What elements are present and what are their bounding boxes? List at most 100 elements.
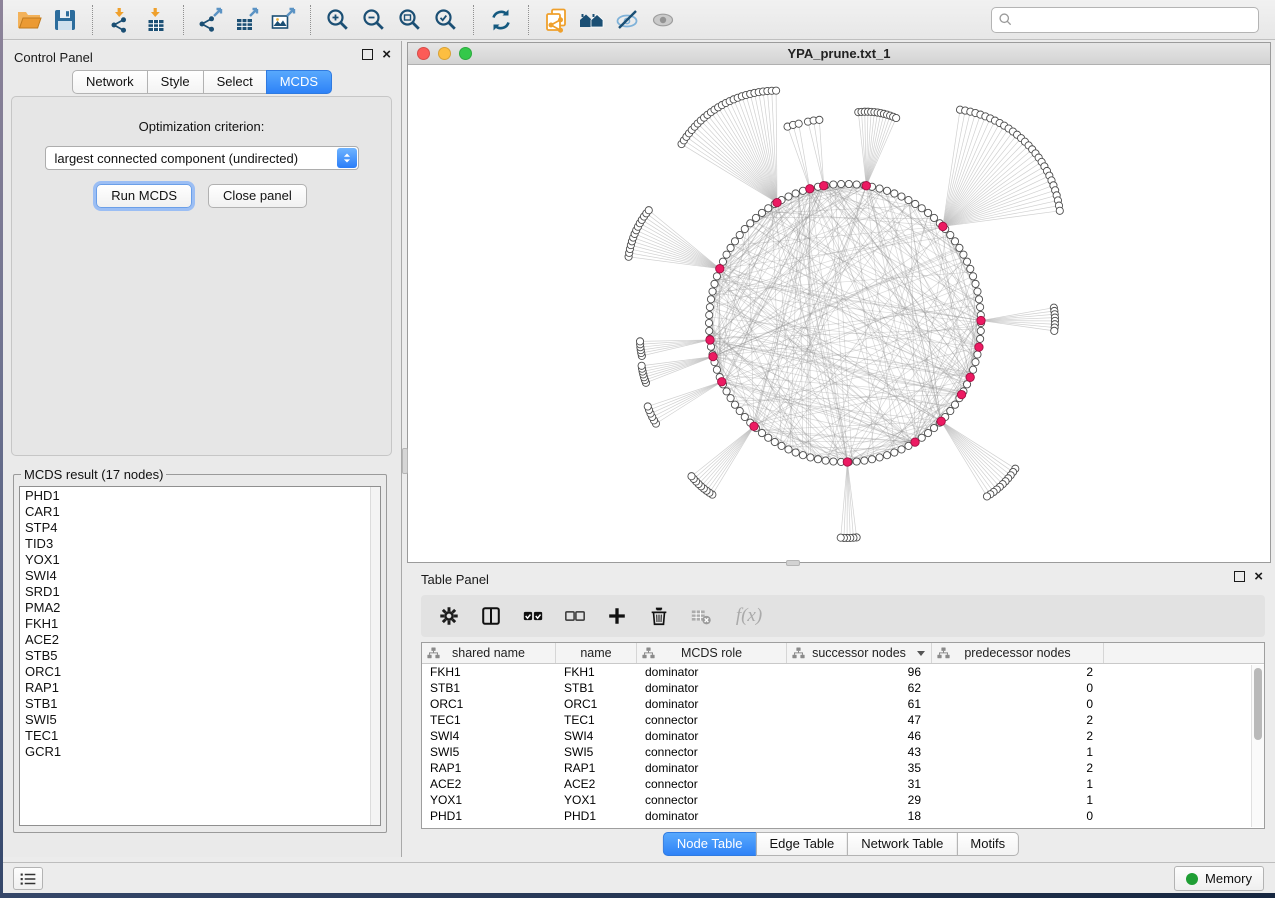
table-row[interactable]: RAP1RAP1dominator352 [422,760,1264,776]
column-header-MCDS-role[interactable]: MCDS role [637,643,787,663]
zoom-in-button[interactable] [320,3,356,37]
network-canvas[interactable] [408,65,1270,562]
tab-select[interactable]: Select [203,70,267,94]
close-panel-icon[interactable]: × [382,49,391,60]
network-window-titlebar[interactable]: YPA_prune.txt_1 [408,43,1270,65]
zoom-selected-icon [433,7,459,33]
table-row[interactable]: YOX1YOX1connector291 [422,792,1264,808]
table-cell: 2 [932,664,1104,680]
close-panel-button[interactable]: Close panel [208,184,307,208]
mcds-result-item[interactable]: SWI5 [20,713,380,729]
column-header-shared-name[interactable]: shared name [422,643,556,663]
table-cell: RAP1 [556,760,637,776]
zoom-selected-button[interactable] [428,3,464,37]
search-box[interactable] [991,7,1259,33]
column-header-predecessor-nodes[interactable]: predecessor nodes [932,643,1104,663]
mcds-result-item[interactable]: PMA2 [20,601,380,617]
refresh-button[interactable] [483,3,519,37]
zoom-window-icon[interactable] [459,47,472,60]
mcds-result-item[interactable]: GCR1 [20,745,380,761]
minimize-window-icon[interactable] [438,47,451,60]
mcds-result-item[interactable]: STP4 [20,521,380,537]
tab-style[interactable]: Style [147,70,204,94]
deselect-all-button[interactable] [561,601,589,631]
export-image-button[interactable] [265,3,301,37]
task-history-button[interactable] [13,867,43,890]
mcds-result-item[interactable]: SWI4 [20,569,380,585]
export-network-button[interactable] [193,3,229,37]
table-row[interactable]: ORC1ORC1dominator610 [422,696,1264,712]
column-header-name[interactable]: name [556,643,637,663]
table-scrollbar-thumb[interactable] [1254,668,1262,740]
hide-selected-button[interactable] [610,3,646,37]
network-view-window: YPA_prune.txt_1 [407,42,1271,563]
zoom-fit-button[interactable] [392,3,428,37]
mcds-result-list[interactable]: PHD1CAR1STP4TID3YOX1SWI4SRD1PMA2FKH1ACE2… [19,486,381,826]
import-table-button[interactable] [138,3,174,37]
table-row[interactable]: STB1STB1dominator620 [422,680,1264,696]
first-neighbors-button[interactable] [574,3,610,37]
tab-mcds[interactable]: MCDS [266,70,332,94]
delete-table-icon [690,605,712,627]
table-panel-title: Table Panel [421,572,489,587]
save-session-button[interactable] [47,3,83,37]
table-row[interactable]: ACE2ACE2connector311 [422,776,1264,792]
select-all-button[interactable] [519,601,547,631]
table-row[interactable]: PHD1PHD1dominator180 [422,808,1264,824]
mcds-result-item[interactable]: SRD1 [20,585,380,601]
tab-motifs[interactable]: Motifs [956,832,1019,856]
table-row[interactable]: TEC1TEC1connector472 [422,712,1264,728]
mcds-result-item[interactable]: YOX1 [20,553,380,569]
delete-columns-button[interactable] [645,601,673,631]
float-panel-icon[interactable] [1234,571,1245,582]
import-network-button[interactable] [102,3,138,37]
show-columns-button[interactable] [477,601,505,631]
table-cell: dominator [637,728,787,744]
search-input[interactable] [1013,10,1258,30]
column-header-successor-nodes[interactable]: successor nodes [787,643,932,663]
mcds-result-item[interactable]: STB1 [20,697,380,713]
new-column-button[interactable] [603,601,631,631]
memory-button[interactable]: Memory [1174,866,1264,891]
vertical-splitter-handle[interactable] [402,448,408,474]
table-cell: SWI5 [556,744,637,760]
result-list-scrollbar[interactable] [370,487,380,825]
clone-network-icon [543,7,569,33]
tab-edge-table[interactable]: Edge Table [755,832,848,856]
mcds-result-item[interactable]: FKH1 [20,617,380,633]
tab-network-table[interactable]: Network Table [847,832,957,856]
close-panel-icon[interactable]: × [1254,571,1263,582]
delete-table-button [687,601,715,631]
mcds-result-item[interactable]: TID3 [20,537,380,553]
network-window-title: YPA_prune.txt_1 [787,46,890,61]
mcds-result-item[interactable]: ORC1 [20,665,380,681]
mcds-result-item[interactable]: CAR1 [20,505,380,521]
leaf-nodes-layer [625,87,1063,542]
mcds-result-item[interactable]: RAP1 [20,681,380,697]
table-row[interactable]: FKH1FKH1dominator962 [422,664,1264,680]
float-panel-icon[interactable] [362,49,373,60]
table-scrollbar[interactable] [1251,665,1264,827]
criterion-dropdown[interactable]: largest connected component (undirected) [45,146,359,170]
criterion-label: Optimization criterion: [12,119,391,134]
tab-network[interactable]: Network [72,70,148,94]
zoom-out-button[interactable] [356,3,392,37]
table-row[interactable]: SWI4SWI4dominator462 [422,728,1264,744]
table-cell: 43 [787,744,932,760]
mcds-result-item[interactable]: PHD1 [20,489,380,505]
show-all-button[interactable] [646,3,682,37]
table-row[interactable]: SWI5SWI5connector431 [422,744,1264,760]
table-cell: PHD1 [556,808,637,824]
table-cell: 1 [932,776,1104,792]
export-table-button[interactable] [229,3,265,37]
open-file-button[interactable] [11,3,47,37]
run-mcds-button[interactable]: Run MCDS [96,184,192,208]
tab-node-table[interactable]: Node Table [663,832,757,856]
close-window-icon[interactable] [417,47,430,60]
mcds-result-item[interactable]: ACE2 [20,633,380,649]
table-mode-button[interactable] [435,601,463,631]
mcds-result-item[interactable]: TEC1 [20,729,380,745]
mcds-result-item[interactable]: STB5 [20,649,380,665]
hide-selected-icon [615,7,641,33]
clone-network-button[interactable] [538,3,574,37]
